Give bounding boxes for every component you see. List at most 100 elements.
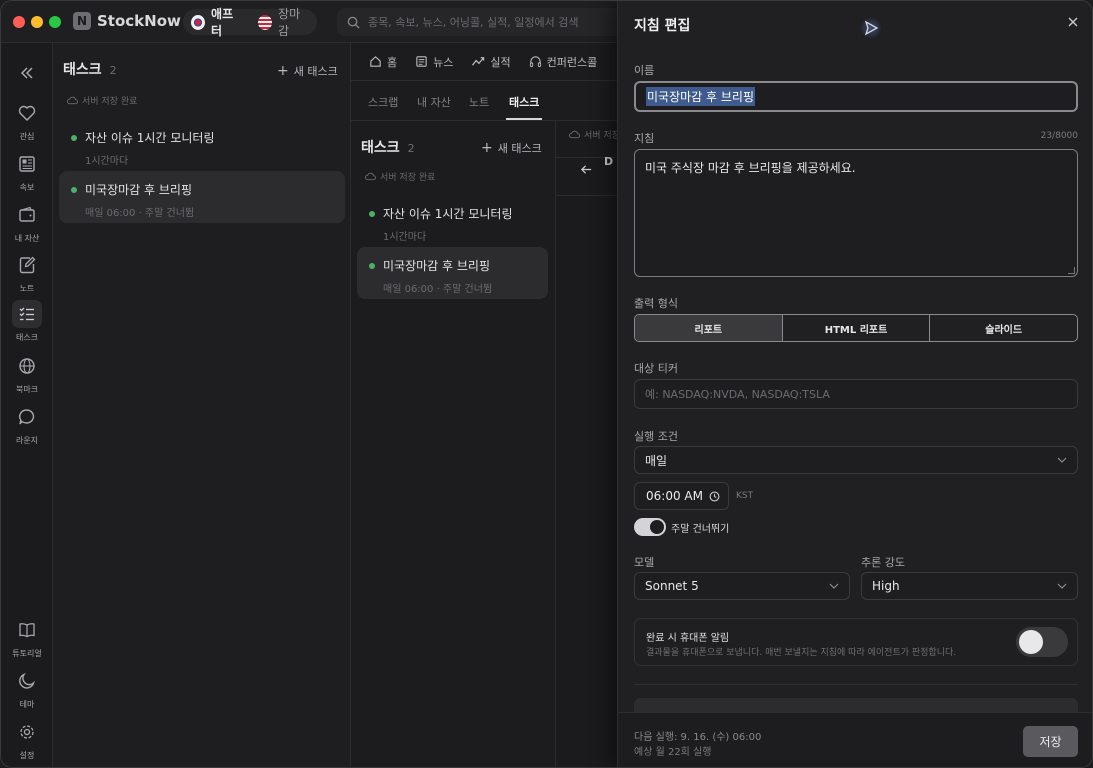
task-schedule: 매일 06:00 · 주말 건너뜀: [85, 208, 195, 219]
session-kr-label: 애프터: [211, 7, 234, 38]
status-dot: [71, 186, 77, 193]
name-input[interactable]: 미국장마감 후 브리핑: [634, 81, 1078, 112]
saved-label: 서버 저장 완료: [82, 97, 138, 107]
close-window-button[interactable]: [13, 16, 25, 28]
close-icon: [1068, 17, 1078, 27]
app-window: N StockNow 애프터 장마감 종목, 속보, 뉴스, 어닝콜, 실적, …: [0, 0, 1093, 768]
rail-item-tasks[interactable]: 태스크: [1, 300, 53, 343]
ticker-input[interactable]: 예: NASDAQ:NVDA, NASDAQ:TSLA: [634, 379, 1078, 409]
drawer-footer: 다음 실행: 9. 16. (수) 06:00 예상 월 22회 실행 저장: [618, 712, 1092, 767]
tasks-title: 태스크: [63, 62, 102, 78]
format-option-html-report[interactable]: HTML 리포트: [783, 315, 931, 341]
ticker-placeholder: 예: NASDAQ:NVDA, NASDAQ:TSLA: [645, 388, 830, 401]
rail-label: 테마: [19, 700, 35, 709]
reasoning-effort-select[interactable]: High: [861, 572, 1078, 600]
main-panel: 홈 뉴스 실적 컨퍼런스콜 스크랩 내 자산 노트 태스크 태스크 2 + 새 …: [351, 43, 620, 767]
logo-icon: N: [73, 12, 91, 30]
timezone-label: KST: [736, 491, 754, 501]
peek-title-fragment: D: [604, 155, 614, 168]
server-saved-status: 서버 저장 완료: [67, 94, 137, 107]
instruction-char-count: 23/8000: [1040, 131, 1078, 141]
subtab-scrap[interactable]: 스크랩: [368, 94, 398, 110]
server-saved-status: 서버 저장 완료: [365, 170, 435, 183]
kr-flag-icon: [191, 14, 206, 30]
book-icon: [19, 623, 35, 638]
skip-weekend-toggle[interactable]: [634, 518, 666, 536]
tab-label: 홈: [387, 55, 398, 69]
headphones-icon: [529, 56, 541, 68]
brand-name: StockNow: [97, 12, 181, 30]
task-item[interactable]: 자산 이슈 1시간 모니터링 1시간마다: [357, 195, 548, 245]
globe-icon: [19, 358, 35, 374]
instruction-textarea[interactable]: 미국 주식장 마감 후 브리핑을 제공하세요.: [634, 149, 1078, 277]
newspaper-icon: [19, 156, 35, 172]
tab-label: 실적: [490, 55, 511, 69]
task-item[interactable]: 자산 이슈 1시간 모니터링 1시간마다: [59, 119, 345, 169]
rail-item-lounge[interactable]: 라운지: [1, 403, 53, 446]
rail-item-assets[interactable]: 내 자산: [1, 201, 53, 244]
tab-home[interactable]: 홈: [369, 54, 397, 70]
rail-item-settings[interactable]: 설정: [1, 718, 53, 761]
tab-label: 컨퍼런스콜: [546, 55, 598, 69]
task-item-selected[interactable]: 미국장마감 후 브리핑 매일 06:00 · 주말 건너뜀: [357, 247, 548, 299]
global-search-input[interactable]: 종목, 속보, 뉴스, 어닝콜, 실적, 일정에서 검색: [337, 8, 627, 36]
brand[interactable]: N StockNow: [73, 12, 181, 30]
phone-notification-toggle[interactable]: [1016, 627, 1068, 657]
cloud-icon: [67, 96, 78, 105]
task-schedule: 1시간마다: [85, 156, 129, 167]
sub-tabs: 스크랩 내 자산 노트 태스크: [351, 81, 617, 121]
minimize-window-button[interactable]: [31, 16, 43, 28]
task-item-selected[interactable]: 미국장마감 후 브리핑 매일 06:00 · 주말 건너뜀: [59, 171, 345, 223]
rail-item-breaking[interactable]: 속보: [1, 150, 53, 193]
new-task-button[interactable]: + 새 태스크: [481, 140, 542, 156]
subtab-my-assets[interactable]: 내 자산: [417, 94, 451, 110]
home-icon: [370, 56, 381, 67]
tab-conference-call[interactable]: 컨퍼런스콜: [529, 54, 598, 70]
trend-up-icon: [472, 57, 485, 66]
format-option-report[interactable]: 리포트: [635, 315, 783, 341]
rail-item-theme[interactable]: 테마: [1, 667, 53, 710]
monthly-estimate-text: 예상 월 22회 실행: [634, 747, 712, 758]
name-value: 미국장마감 후 브리핑: [646, 87, 755, 106]
format-option-slides[interactable]: 슬라이드: [930, 315, 1077, 341]
model-label: 모델: [634, 556, 655, 569]
edit-instruction-drawer: 지침 편집 이름 미국장마감 후 브리핑 지침 23/8000 미국 주식장 마…: [617, 1, 1092, 767]
phone-notification-card: 완료 시 휴대폰 알림 결과물을 휴대폰으로 보냅니다. 매번 보낼지는 지침에…: [634, 618, 1078, 666]
reasoning-effort-label: 추론 강도: [861, 556, 905, 569]
rail-item-bookmarks[interactable]: 북마크: [1, 352, 53, 395]
name-label: 이름: [634, 64, 655, 77]
task-title: 미국장마감 후 브리핑: [383, 259, 490, 273]
rail-item-watchlist[interactable]: 관심: [1, 99, 53, 142]
left-rail: 관심 속보 내 자산 노트 태스크 북마크 라운지 튜토리얼 테마 설정: [1, 43, 53, 767]
rail-label: 태스크: [15, 333, 39, 342]
new-task-button[interactable]: + 새 태스크: [277, 63, 338, 79]
reasoning-effort-value: High: [872, 579, 900, 593]
tab-news[interactable]: 뉴스: [415, 54, 453, 70]
save-button[interactable]: 저장: [1023, 726, 1078, 757]
us-flag-icon: [258, 14, 273, 30]
rail-item-tutorial[interactable]: 튜토리얼: [1, 616, 53, 659]
subtab-notes[interactable]: 노트: [469, 94, 489, 110]
clock-icon: [709, 491, 720, 501]
collapse-rail-button[interactable]: [1, 59, 53, 87]
tab-earnings[interactable]: 실적: [471, 54, 511, 70]
rail-item-notes[interactable]: 노트: [1, 251, 53, 294]
close-drawer-button[interactable]: [1064, 13, 1082, 31]
tasks-panel: 태스크 2 + 새 태스크 서버 저장 완료 자산 이슈 1시간 모니터링 1시…: [53, 43, 351, 767]
zoom-window-button[interactable]: [49, 16, 61, 28]
back-arrow-icon[interactable]: [580, 163, 593, 176]
resize-handle[interactable]: [1068, 267, 1075, 274]
instruction-label: 지침: [634, 132, 655, 145]
model-select[interactable]: Sonnet 5: [634, 572, 850, 600]
tasks-count: 2: [407, 142, 415, 155]
skip-weekend-label: 주말 건너뛰기: [671, 524, 730, 535]
run-condition-select[interactable]: 매일: [634, 446, 1078, 474]
subtab-tasks[interactable]: 태스크: [509, 94, 539, 110]
tasks-title: 태스크: [361, 140, 400, 156]
saved-label: 서버 저장: [584, 131, 620, 141]
rail-label: 튜토리얼: [12, 649, 42, 658]
divider: [634, 684, 1078, 685]
moon-icon: [19, 672, 35, 689]
time-input[interactable]: 06:00 AM: [634, 482, 729, 510]
market-session-pill[interactable]: 애프터 장마감: [183, 7, 317, 38]
